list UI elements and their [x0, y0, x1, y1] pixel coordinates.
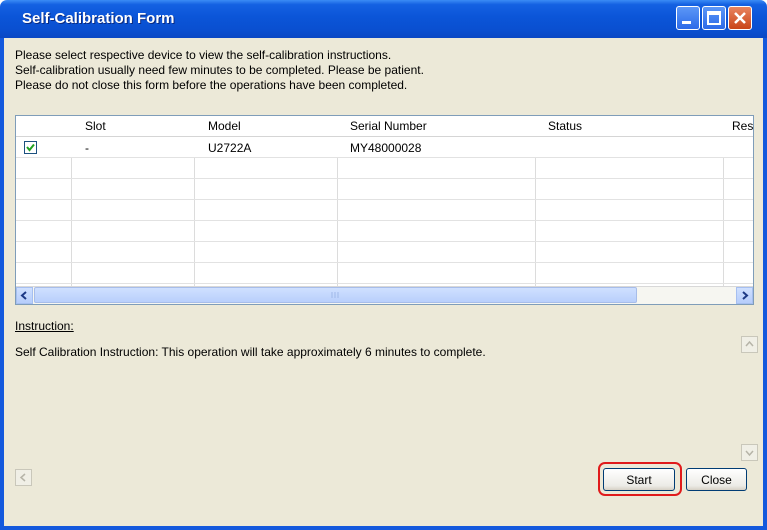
minimize-icon [682, 21, 691, 24]
table-row[interactable]: - U2722A MY48000028 [16, 137, 753, 158]
empty-row [16, 263, 753, 284]
grid-horizontal-scrollbar[interactable] [16, 286, 753, 304]
self-calibration-window: Self-Calibration Form Please select resp… [0, 0, 767, 530]
grid-header: Slot Model Serial Number Status Resu [16, 116, 753, 137]
header-model[interactable]: Model [208, 119, 241, 133]
maximize-button[interactable] [702, 6, 726, 30]
device-grid[interactable]: Slot Model Serial Number Status Resu - U… [15, 115, 754, 305]
scroll-thumb[interactable] [34, 287, 637, 303]
message-line: Please do not close this form before the… [15, 78, 408, 92]
instruction-vertical-scrollbar[interactable] [741, 336, 758, 488]
cell-serial-number: MY48000028 [350, 141, 422, 155]
close-icon [734, 12, 746, 24]
scroll-right-button[interactable] [736, 287, 753, 304]
checkmark-icon [26, 143, 35, 152]
row-checkbox[interactable] [24, 141, 37, 154]
header-serial-number[interactable]: Serial Number [350, 119, 427, 133]
title-bar[interactable]: Self-Calibration Form [0, 0, 767, 38]
chevron-left-icon [19, 473, 26, 482]
instruction-text: Self Calibration Instruction: This opera… [15, 345, 486, 359]
cell-model: U2722A [208, 141, 252, 155]
info-messages: Please select respective device to view … [15, 48, 424, 93]
scroll-left-button[interactable] [15, 469, 32, 486]
header-status[interactable]: Status [548, 119, 582, 133]
start-button[interactable]: Start [603, 468, 675, 491]
cell-slot: - [85, 141, 89, 155]
close-window-button[interactable] [728, 6, 752, 30]
empty-row [16, 200, 753, 221]
scroll-up-button[interactable] [741, 336, 758, 353]
empty-row [16, 158, 753, 179]
form-body: Please select respective device to view … [4, 38, 763, 526]
grip-icon [331, 292, 339, 298]
empty-row [16, 221, 753, 242]
window-title: Self-Calibration Form [22, 10, 175, 27]
empty-row [16, 242, 753, 263]
chevron-up-icon [745, 340, 754, 347]
message-line: Please select respective device to view … [15, 48, 392, 62]
chevron-right-icon [742, 291, 749, 300]
close-button[interactable]: Close [686, 468, 747, 491]
scroll-left-button[interactable] [16, 287, 33, 304]
header-result[interactable]: Resu [732, 119, 753, 133]
chevron-left-icon [20, 291, 27, 300]
header-slot[interactable]: Slot [85, 119, 106, 133]
empty-row [16, 179, 753, 200]
window-frame: Please select respective device to view … [0, 38, 767, 530]
minimize-button[interactable] [676, 6, 700, 30]
scroll-down-button[interactable] [741, 444, 758, 461]
message-line: Self-calibration usually need few minute… [15, 63, 424, 77]
instruction-label: Instruction: [15, 319, 74, 333]
maximize-icon [707, 11, 721, 25]
chevron-down-icon [745, 450, 754, 457]
